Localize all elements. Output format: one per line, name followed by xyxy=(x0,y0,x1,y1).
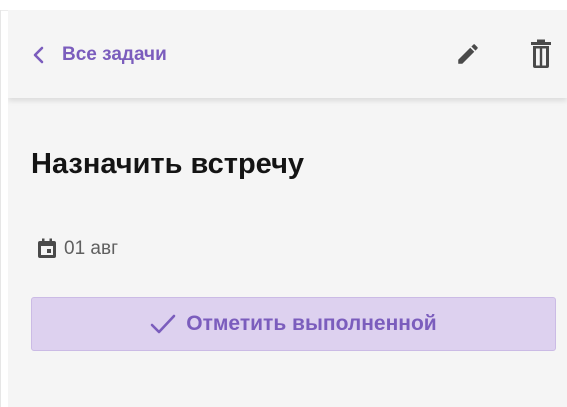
back-to-all-tasks-link[interactable]: Все задачи xyxy=(30,40,167,70)
window-left-border xyxy=(0,10,1,407)
checkmark-icon xyxy=(150,314,176,334)
back-link-label: Все задачи xyxy=(62,44,167,65)
mark-complete-button[interactable]: Отметить выполненной xyxy=(31,297,556,351)
chevron-left-icon xyxy=(33,46,44,64)
calendar-icon xyxy=(38,238,56,258)
task-detail-panel: Все задачи Назначить встречу 01 авг Отме… xyxy=(8,10,567,407)
task-title: Назначить встречу xyxy=(31,148,305,180)
task-date-text: 01 авг xyxy=(64,238,119,259)
trash-icon xyxy=(531,39,551,68)
task-due-date: 01 авг xyxy=(36,236,118,262)
pencil-icon xyxy=(458,44,478,64)
edit-button[interactable] xyxy=(452,38,484,70)
app-header: Все задачи xyxy=(8,10,567,98)
mark-complete-label: Отметить выполненной xyxy=(186,312,437,335)
delete-button[interactable] xyxy=(525,38,557,70)
